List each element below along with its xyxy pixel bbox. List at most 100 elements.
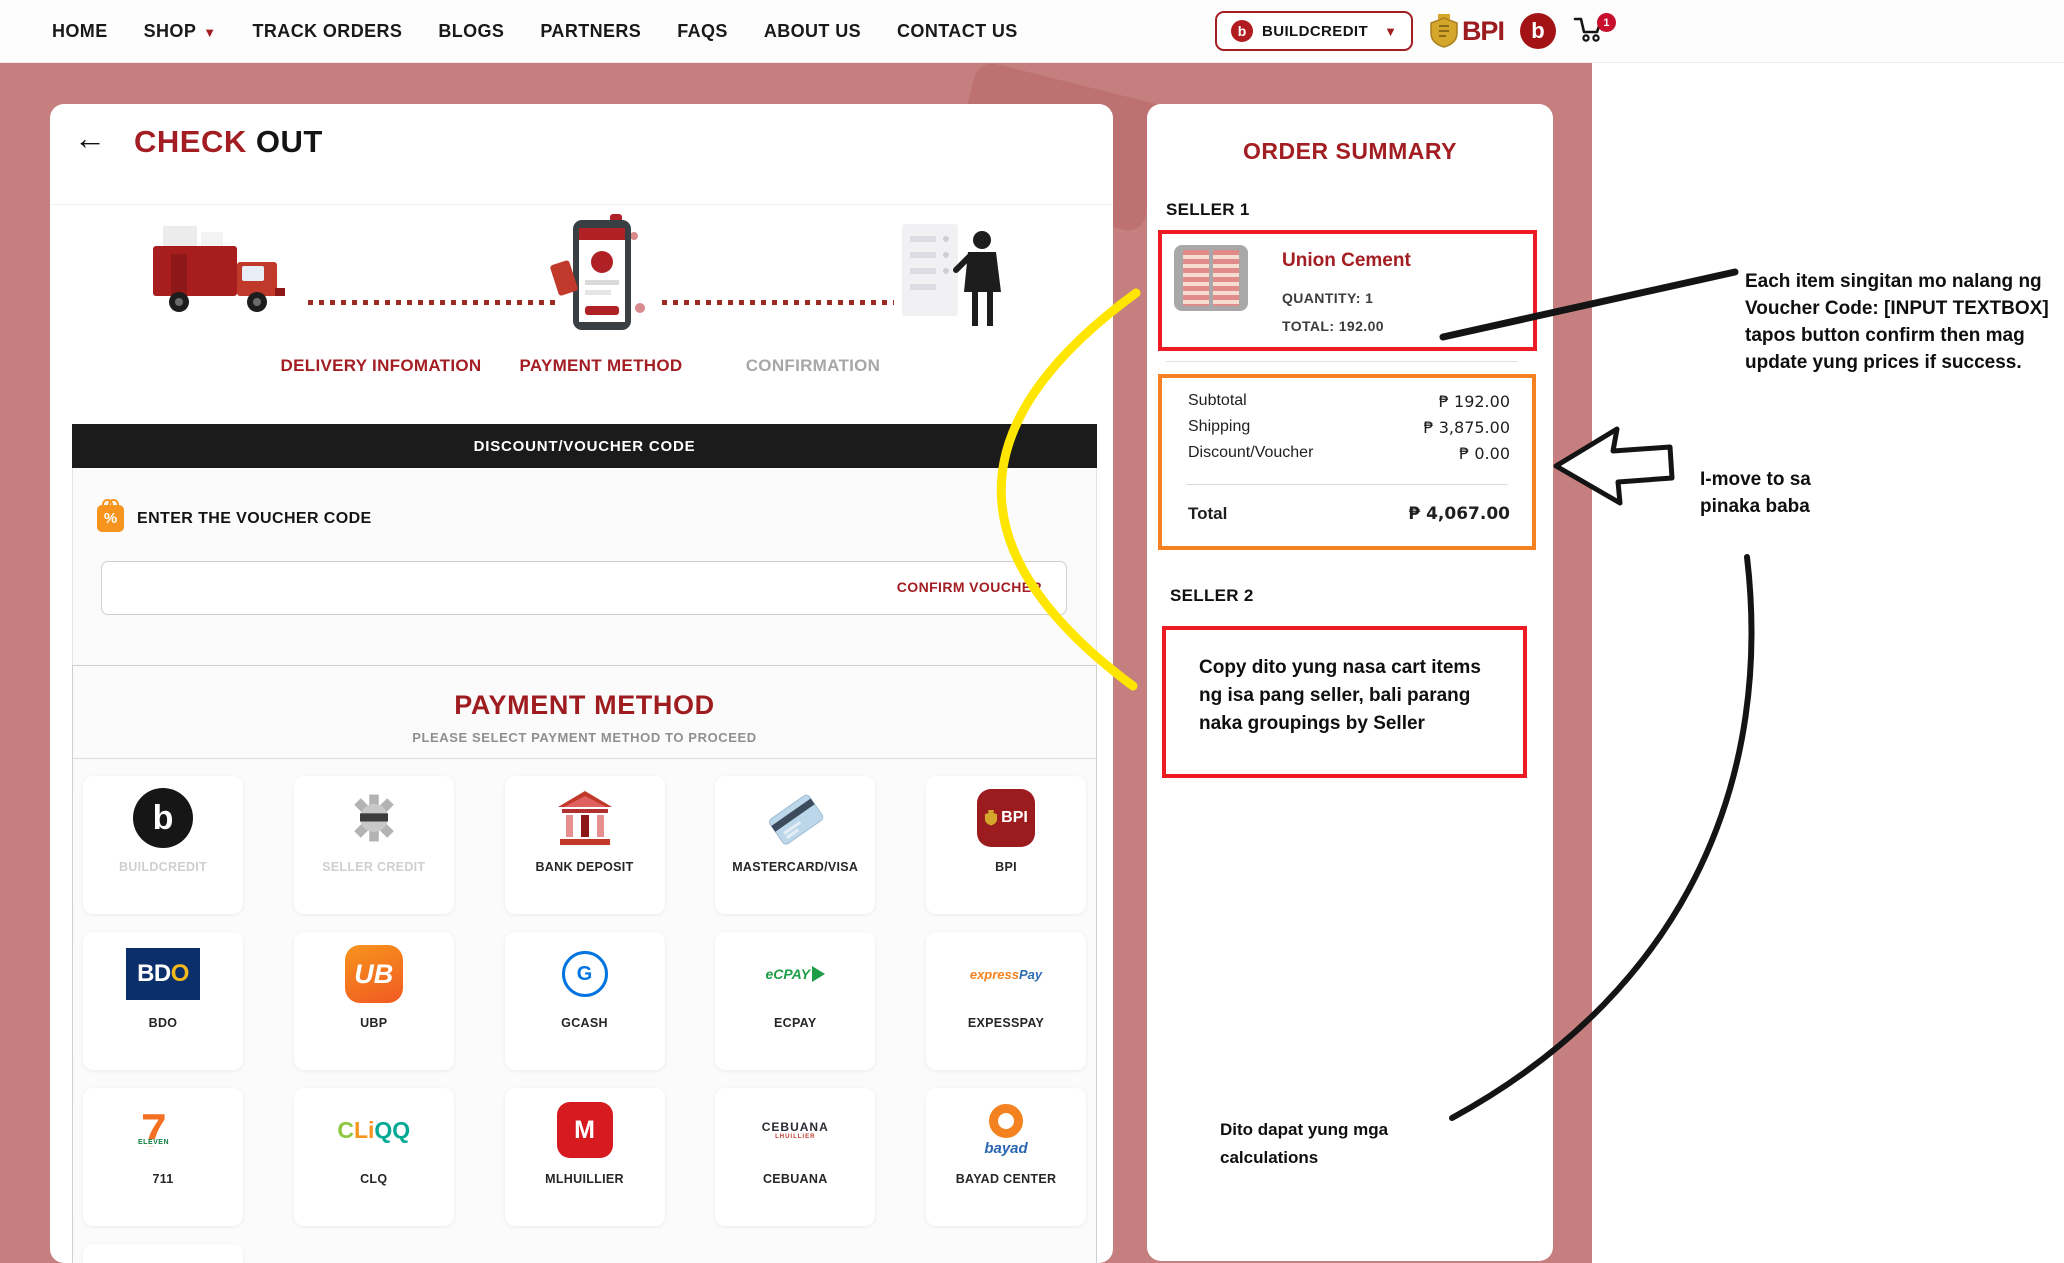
payment-tile-gcash[interactable]: G GCASH (505, 932, 665, 1070)
cart-button[interactable]: 1 (1572, 11, 1612, 51)
nav-faqs[interactable]: FAQS (677, 21, 728, 42)
buildcredit-dropdown-button[interactable]: b BUILDCREDIT ▼ (1215, 11, 1413, 51)
payment-method-section: PAYMENT METHOD PLEASE SELECT PAYMENT MET… (72, 665, 1097, 1263)
payment-tile-bdo[interactable]: BDO BDO (83, 932, 243, 1070)
product-name: Union Cement (1282, 250, 1411, 272)
chevron-down-icon: ▼ (1384, 24, 1397, 39)
seller1-item-highlight-box: Union Cement QUANTITY: 1 TOTAL: 192.00 (1158, 230, 1537, 351)
step-connector (308, 300, 556, 305)
total-label: Total (1188, 504, 1227, 524)
payment-tile-seller-credit[interactable]: SELLER CREDIT (294, 776, 454, 914)
seller2-annotation-text: Copy dito yung nasa cart items ng isa pa… (1199, 654, 1499, 738)
product-image (1174, 245, 1248, 311)
payment-tile-ecpay[interactable]: eCPAY ECPAY (715, 932, 875, 1070)
move-annotation-text: I-move to sa pinaka baba (1700, 466, 1850, 520)
step-payment-method: PAYMENT METHOD (501, 356, 701, 376)
payment-tile-bank-deposit[interactable]: BANK DEPOSIT (505, 776, 665, 914)
payment-tile-label: BPI (995, 860, 1017, 874)
divider (1166, 361, 1518, 362)
payment-tile-expresspay[interactable]: expressPay EXPESSPAY (926, 932, 1086, 1070)
seller2-heading: SELLER 2 (1170, 586, 1254, 606)
gear-icon (346, 790, 402, 846)
payment-method-title: PAYMENT METHOD (73, 690, 1096, 721)
nav-track-orders[interactable]: TRACK ORDERS (253, 21, 403, 42)
page-title-check: CHECK (134, 124, 247, 159)
payment-tile-ubp[interactable]: UB UBP (294, 932, 454, 1070)
payment-tile-mastercard-visa[interactable]: MASTERCARD/VISA (715, 776, 875, 914)
credit-card-icon (763, 789, 827, 847)
voucher-input-box: CONFIRM VOUCHER (101, 561, 1067, 615)
order-summary-title: ORDER SUMMARY (1147, 138, 1553, 165)
payment-tile-label: BANK DEPOSIT (535, 860, 633, 874)
step-delivery-information: DELIVERY INFOMATION (271, 356, 491, 376)
seller2-annotation-box: Copy dito yung nasa cart items ng isa pa… (1162, 626, 1527, 778)
payment-tile-label: BDO (149, 1016, 178, 1030)
delivery-truck-illustration (145, 224, 305, 329)
payment-tile-label: CLQ (360, 1172, 387, 1186)
product-total: TOTAL: 192.00 (1282, 318, 1384, 334)
payment-tile-label: ECPAY (774, 1016, 817, 1030)
total-value: ₱ 4,067.00 (1408, 504, 1510, 524)
buildcredit-logo-icon: b (133, 788, 193, 848)
payment-tile-cebuana[interactable]: CEBUANALHUILLIER CEBUANA (715, 1088, 875, 1226)
cart-count-badge: 1 (1597, 13, 1616, 32)
subtotal-value: ₱ 192.00 (1439, 392, 1510, 411)
page-title: CHECK OUT (134, 124, 323, 160)
step-confirmation: CONFIRMATION (713, 356, 913, 376)
confirmation-illustration (898, 222, 1010, 337)
checkout-card: ← CHECK OUT (50, 104, 1113, 1263)
checkout-page: HOME SHOP▼ TRACK ORDERS BLOGS PARTNERS F… (0, 0, 2064, 1263)
back-button[interactable]: ← (74, 120, 106, 157)
nav-contact-us[interactable]: CONTACT US (897, 21, 1018, 42)
buildcredit-logo-icon: b (1231, 20, 1253, 42)
nav-blogs[interactable]: BLOGS (438, 21, 504, 42)
expresspay-logo-icon: expressPay (970, 967, 1042, 982)
shipping-value: ₱ 3,875.00 (1423, 418, 1510, 437)
divider (73, 758, 1096, 759)
step-connector (662, 300, 894, 305)
voucher-prompt-label: ENTER THE VOUCHER CODE (137, 510, 372, 528)
top-navigation: HOME SHOP▼ TRACK ORDERS BLOGS PARTNERS F… (0, 0, 2064, 63)
payment-tile-label: 711 (152, 1172, 173, 1186)
payment-tiles-grid: b BUILDCREDIT (83, 776, 1086, 1263)
nav-partners[interactable]: PARTNERS (540, 21, 641, 42)
divider (1186, 484, 1508, 485)
voucher-section: DISCOUNT/VOUCHER CODE % ENTER THE VOUCHE… (72, 424, 1097, 667)
shop-dropdown-caret: ▼ (203, 25, 216, 40)
payment-tile-buildcredit[interactable]: b BUILDCREDIT (83, 776, 243, 914)
ecpay-logo-icon: eCPAY (765, 966, 825, 982)
payment-tile-bpi[interactable]: BPI BPI (926, 776, 1086, 914)
mlhuillier-logo-icon: M (557, 1102, 613, 1158)
ubp-logo-icon: UB (345, 945, 403, 1003)
gcash-logo-icon: G (562, 951, 608, 997)
voucher-code-input[interactable] (116, 562, 890, 614)
voucher-annotation-text: Each item singitan mo nalang ng Voucher … (1745, 268, 2057, 376)
payment-method-subtitle: PLEASE SELECT PAYMENT METHOD TO PROCEED (73, 730, 1096, 745)
payment-tile-711[interactable]: 7ELEVEN 711 (83, 1088, 243, 1226)
payment-tile-label: CEBUANA (763, 1172, 828, 1186)
discount-value: ₱ 0.00 (1459, 444, 1510, 463)
payment-tile-mlhuillier[interactable]: M MLHUILLIER (505, 1088, 665, 1226)
bpi-logo-text: BPI (1462, 16, 1504, 47)
bank-icon (554, 789, 616, 847)
payment-tile-label: BUILDCREDIT (119, 860, 207, 874)
order-summary-panel: ORDER SUMMARY SELLER 1 Union Cement QUAN… (1147, 104, 1553, 1261)
nav-about-us[interactable]: ABOUT US (764, 21, 861, 42)
cliqq-logo-icon: CLiQQ (337, 1117, 410, 1144)
page-title-out: OUT (256, 124, 323, 159)
payment-tile-label: MLHUILLIER (545, 1172, 624, 1186)
seller1-heading: SELLER 1 (1166, 200, 1250, 220)
nav-shop[interactable]: SHOP▼ (144, 21, 217, 42)
nav-home[interactable]: HOME (52, 21, 108, 42)
payment-tile-label: EXPESSPAY (968, 1016, 1044, 1030)
payment-tile-bayad-center[interactable]: bayad BAYAD CENTER (926, 1088, 1086, 1226)
payment-phone-illustration (548, 210, 663, 335)
payment-tile-more[interactable] (83, 1244, 243, 1263)
payment-tile-clq[interactable]: CLiQQ CLQ (294, 1088, 454, 1226)
shipping-label: Shipping (1188, 418, 1250, 436)
confirm-voucher-button[interactable]: CONFIRM VOUCHER (897, 579, 1042, 595)
totals-highlight-box: Subtotal ₱ 192.00 Shipping ₱ 3,875.00 Di… (1158, 374, 1536, 550)
calculations-annotation-text: Dito dapat yung mga calculations (1220, 1116, 1405, 1172)
voucher-section-header: DISCOUNT/VOUCHER CODE (72, 424, 1097, 468)
bpi-logo: BPI (1429, 14, 1504, 48)
